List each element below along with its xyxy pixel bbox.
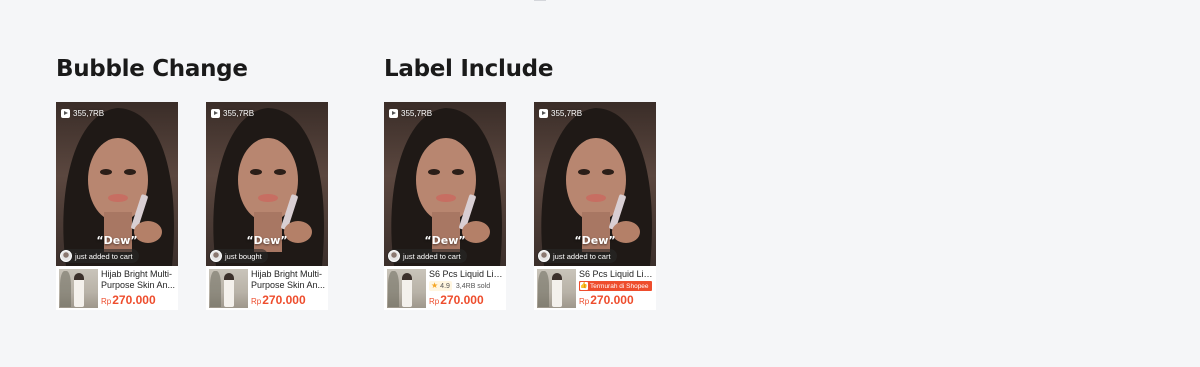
product-name: Hijab Bright Multi-Purpose Skin An...: [251, 269, 326, 290]
cheapest-badge: 👍 Termurah di Shopee: [579, 281, 652, 291]
price-amount: 270.000: [112, 293, 156, 307]
product-price: Rp 270.000: [579, 293, 654, 307]
video-caption: “Dew”: [424, 234, 466, 247]
product-price: Rp 270.000: [101, 293, 176, 307]
view-count: 355,7RB: [539, 107, 582, 119]
price-currency: Rp: [251, 297, 262, 306]
avatar: [210, 250, 222, 262]
video-caption: “Dew”: [246, 234, 288, 247]
avatar: [388, 250, 400, 262]
product-video-card[interactable]: 355,7RB “Dew” just added to cart S6 Pcs …: [384, 102, 506, 310]
avatar: [538, 250, 550, 262]
product-info[interactable]: S6 Pcs Liquid Lip... ★ 4.9 3,4RB sold Rp…: [384, 266, 506, 310]
video-preview[interactable]: 355,7RB “Dew” just added to cart: [56, 102, 178, 266]
activity-bubble-text: just bought: [225, 251, 262, 261]
activity-bubble-text: just added to cart: [403, 251, 461, 261]
view-count: 355,7RB: [211, 107, 254, 119]
section-title-label-include: Label Include: [384, 56, 554, 82]
avatar: [60, 250, 72, 262]
product-name: S6 Pcs Liquid Lip...: [579, 269, 654, 279]
star-icon: ★: [431, 281, 439, 290]
price-amount: 270.000: [262, 293, 306, 307]
view-count-text: 355,7RB: [401, 108, 433, 118]
view-count-text: 355,7RB: [551, 108, 583, 118]
play-icon: [389, 108, 398, 118]
video-preview[interactable]: 355,7RB “Dew” just added to cart: [534, 102, 656, 266]
product-name: Hijab Bright Multi-Purpose Skin An...: [101, 269, 176, 290]
product-video-card[interactable]: 355,7RB “Dew” just bought Hijab Bright M…: [206, 102, 328, 310]
play-icon: [61, 108, 70, 118]
activity-bubble-text: just added to cart: [553, 251, 611, 261]
video-caption: “Dew”: [96, 234, 138, 247]
top-divider: [534, 0, 546, 1]
view-count: 355,7RB: [61, 107, 104, 119]
product-info[interactable]: Hijab Bright Multi-Purpose Skin An... Rp…: [206, 266, 328, 310]
product-meta: ★ 4.9 3,4RB sold: [429, 281, 504, 291]
price-amount: 270.000: [440, 293, 484, 307]
activity-bubble: just bought: [209, 249, 268, 263]
view-count: 355,7RB: [389, 107, 432, 119]
view-count-text: 355,7RB: [73, 108, 105, 118]
video-preview[interactable]: 355,7RB “Dew” just added to cart: [384, 102, 506, 266]
activity-bubble-text: just added to cart: [75, 251, 133, 261]
product-info[interactable]: S6 Pcs Liquid Lip... 👍 Termurah di Shope…: [534, 266, 656, 310]
rating-badge: ★ 4.9: [429, 281, 452, 291]
rating-value: 4.9: [440, 282, 450, 290]
activity-bubble: just added to cart: [537, 249, 617, 263]
product-price: Rp 270.000: [429, 293, 504, 307]
activity-bubble: just added to cart: [387, 249, 467, 263]
video-preview[interactable]: 355,7RB “Dew” just bought: [206, 102, 328, 266]
product-thumbnail[interactable]: [387, 269, 426, 308]
product-info[interactable]: Hijab Bright Multi-Purpose Skin An... Rp…: [56, 266, 178, 310]
video-caption: “Dew”: [574, 234, 616, 247]
product-video-card[interactable]: 355,7RB “Dew” just added to cart Hijab B…: [56, 102, 178, 310]
play-icon: [539, 108, 548, 118]
product-meta: 👍 Termurah di Shopee: [579, 281, 654, 291]
price-currency: Rp: [101, 297, 112, 306]
section-title-bubble-change: Bubble Change: [56, 56, 248, 82]
product-thumbnail[interactable]: [537, 269, 576, 308]
product-video-card[interactable]: 355,7RB “Dew” just added to cart S6 Pcs …: [534, 102, 656, 310]
product-thumbnail[interactable]: [59, 269, 98, 308]
thumbs-up-icon: 👍: [580, 282, 588, 290]
price-currency: Rp: [579, 297, 590, 306]
product-thumbnail[interactable]: [209, 269, 248, 308]
price-amount: 270.000: [590, 293, 634, 307]
play-icon: [211, 108, 220, 118]
view-count-text: 355,7RB: [223, 108, 255, 118]
sold-count: 3,4RB sold: [455, 282, 491, 290]
price-currency: Rp: [429, 297, 440, 306]
cheapest-badge-text: Termurah di Shopee: [590, 282, 649, 290]
product-price: Rp 270.000: [251, 293, 326, 307]
product-name: S6 Pcs Liquid Lip...: [429, 269, 504, 279]
activity-bubble: just added to cart: [59, 249, 139, 263]
